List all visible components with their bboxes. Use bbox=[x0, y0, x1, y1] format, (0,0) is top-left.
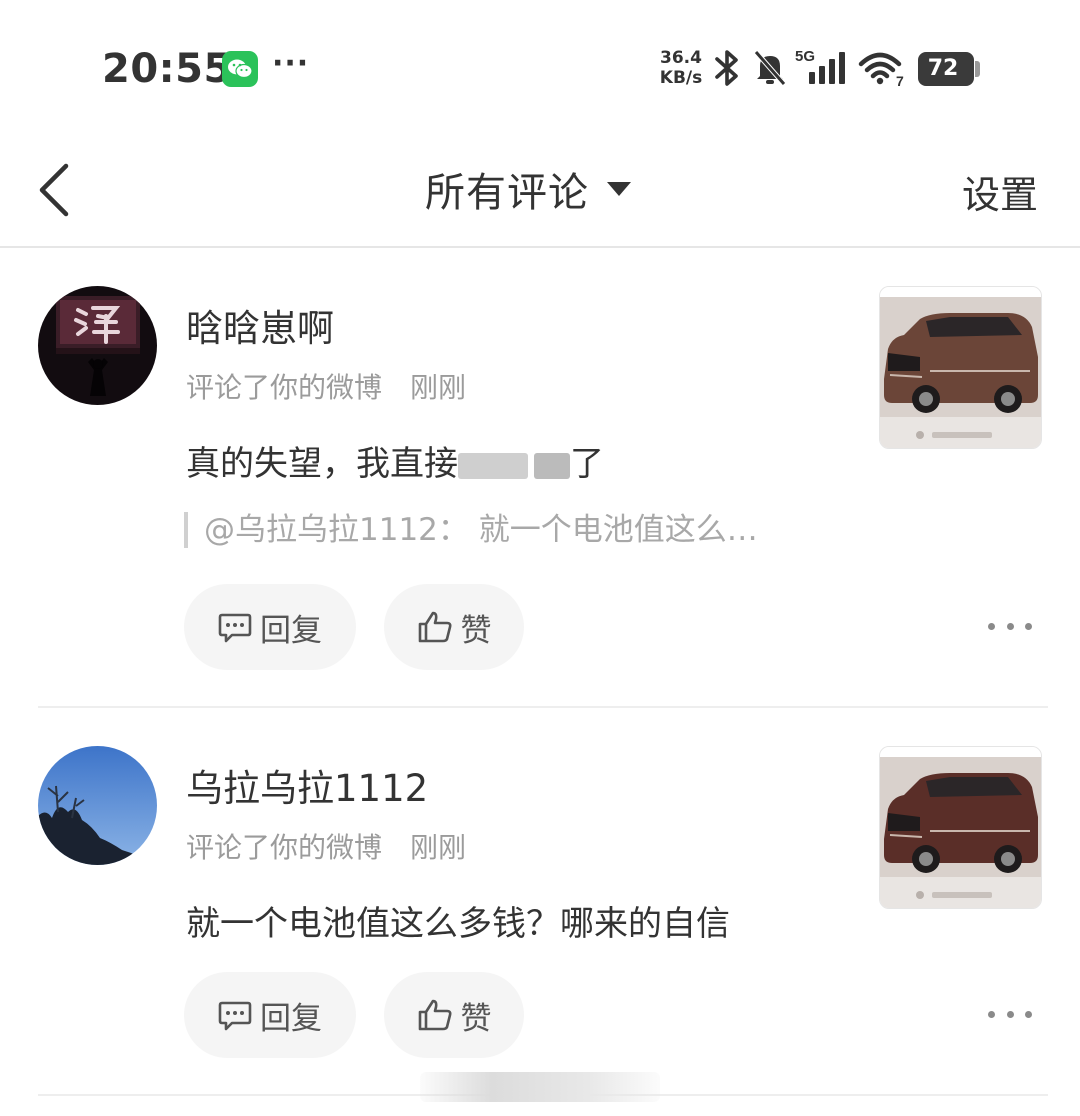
weibo-thumbnail[interactable] bbox=[879, 286, 1042, 449]
wifi-icon: 7 bbox=[858, 48, 910, 92]
comment-meta: 评论了你的微博 刚刚 bbox=[186, 366, 466, 406]
like-label: 赞 bbox=[460, 612, 492, 649]
back-button[interactable] bbox=[28, 160, 84, 220]
chevron-left-icon bbox=[39, 163, 69, 217]
reply-label: 回复 bbox=[260, 612, 322, 649]
like-button[interactable]: 赞 bbox=[384, 972, 524, 1058]
bluetooth-icon bbox=[710, 48, 744, 92]
reply-label: 回复 bbox=[260, 1000, 322, 1037]
comment-meta: 评论了你的微博 刚刚 bbox=[186, 826, 466, 866]
signal-5g-label: 5G bbox=[795, 48, 815, 65]
redacted-text bbox=[458, 452, 528, 479]
comments-page: 20:55 ··· 36.4 KB/s 5G 7 72 所有评论 设置 晗晗崽啊… bbox=[0, 0, 1080, 1116]
more-options-icon[interactable] bbox=[988, 1002, 1032, 1026]
blurred-content bbox=[420, 1072, 660, 1102]
redacted-text bbox=[534, 452, 570, 479]
net-speed-unit: KB/s bbox=[659, 68, 703, 88]
reply-icon bbox=[218, 613, 252, 643]
settings-button[interactable]: 设置 bbox=[962, 164, 1038, 219]
comment-text: 真的失望，我直接 了 bbox=[186, 436, 604, 485]
wifi-label: 7 bbox=[896, 73, 904, 88]
comment-action: 评论了你的微博 bbox=[186, 371, 383, 404]
battery-icon: 72 bbox=[918, 52, 974, 86]
comment-action: 评论了你的微博 bbox=[186, 831, 383, 864]
wechat-icon bbox=[222, 51, 258, 87]
thumbs-up-icon bbox=[418, 999, 451, 1031]
reply-button[interactable]: 回复 bbox=[184, 972, 356, 1058]
more-notifications-icon: ··· bbox=[272, 46, 310, 81]
like-button[interactable]: 赞 bbox=[384, 584, 524, 670]
user-name[interactable]: 乌拉乌拉1112 bbox=[186, 758, 428, 812]
comment-text-end: 了 bbox=[570, 444, 604, 484]
nav-title: 所有评论 bbox=[425, 170, 589, 216]
thumbs-up-icon bbox=[418, 611, 451, 643]
mute-bell-icon bbox=[752, 48, 788, 92]
comment-time: 刚刚 bbox=[410, 371, 467, 404]
user-name[interactable]: 晗晗崽啊 bbox=[186, 298, 334, 352]
comment-text: 就一个电池值这么多钱？哪来的自信 bbox=[186, 904, 730, 944]
cellular-signal-icon: 5G bbox=[795, 48, 853, 92]
like-label: 赞 bbox=[460, 1000, 492, 1037]
battery-tip bbox=[975, 61, 980, 77]
divider bbox=[38, 706, 1048, 708]
avatar[interactable] bbox=[38, 286, 157, 405]
reply-button[interactable]: 回复 bbox=[184, 584, 356, 670]
weibo-thumbnail[interactable] bbox=[879, 746, 1042, 909]
more-options-icon[interactable] bbox=[988, 614, 1032, 638]
reply-icon bbox=[218, 1001, 252, 1031]
status-time: 20:55 bbox=[102, 46, 232, 92]
comment-text-start: 真的失望，我直接 bbox=[186, 444, 458, 484]
nav-bar: 所有评论 设置 bbox=[0, 140, 1080, 248]
status-bar: 20:55 ··· 36.4 KB/s 5G 7 72 bbox=[0, 0, 1080, 140]
battery-level: 72 bbox=[927, 56, 959, 81]
net-speed-value: 36.4 bbox=[660, 48, 702, 68]
avatar[interactable] bbox=[38, 746, 157, 865]
caret-down-icon bbox=[607, 182, 631, 196]
net-speed: 36.4 KB/s bbox=[656, 48, 706, 88]
comment-time: 刚刚 bbox=[410, 831, 467, 864]
quoted-comment[interactable]: @乌拉乌拉1112： 就一个电池值这么… bbox=[184, 512, 844, 548]
comment-filter-dropdown[interactable]: 所有评论 bbox=[425, 162, 631, 216]
